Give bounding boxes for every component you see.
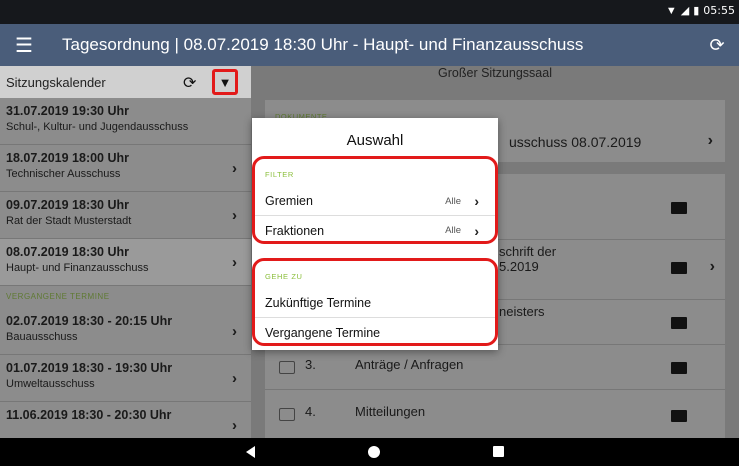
agenda-item[interactable]: 3. Anträge / Anfragen xyxy=(265,345,725,390)
filter-icon[interactable]: ▼ xyxy=(212,69,238,95)
meeting-location: Großer Sitzungssaal xyxy=(438,66,552,80)
signal-icon: ◢ xyxy=(680,5,690,17)
meeting-entry[interactable]: 11.06.2019 18:30 - 20:30 Uhr › xyxy=(0,402,251,438)
chevron-right-icon: › xyxy=(709,258,715,275)
agenda-item-number: 4. xyxy=(305,404,316,419)
folder-icon xyxy=(671,262,687,274)
agenda-item-number: 3. xyxy=(305,357,316,372)
meeting-committee: Haupt- und Finanzausschuss xyxy=(6,262,149,274)
agenda-item-subtitle: 5.2019 xyxy=(499,259,539,274)
agenda-item[interactable]: 4. Mitteilungen xyxy=(265,390,725,438)
goto-section: GEHE ZU Zukünftige Termine Vergangene Te… xyxy=(252,258,498,346)
folder-icon xyxy=(671,362,687,374)
meeting-entry-selected[interactable]: 08.07.2019 18:30 Uhr Haupt- und Finanzau… xyxy=(0,239,251,286)
goto-option-label: Vergangene Termine xyxy=(265,325,381,340)
agenda-item-title: Anträge / Anfragen xyxy=(355,357,464,372)
meeting-calendar-pane: Sitzungskalender ⟳ ▼ 31.07.2019 19:30 Uh… xyxy=(0,66,251,438)
chevron-right-icon: › xyxy=(474,222,479,239)
chevron-right-icon: › xyxy=(474,193,479,209)
filter-option-value: Alle xyxy=(445,195,461,207)
chevron-right-icon: › xyxy=(232,417,237,434)
meeting-entry[interactable]: 01.07.2019 18:30 - 19:30 Uhr Umweltaussc… xyxy=(0,355,251,402)
agenda-item-title: schrift der xyxy=(499,244,557,259)
folder-icon xyxy=(671,410,687,422)
back-icon[interactable] xyxy=(246,446,255,458)
document-title: usschuss 08.07.2019 xyxy=(509,134,642,150)
chevron-right-icon: › xyxy=(232,254,237,271)
chevron-right-icon: › xyxy=(707,132,713,149)
meeting-date: 02.07.2019 18:30 - 20:15 Uhr xyxy=(6,314,173,328)
chevron-right-icon: › xyxy=(232,207,237,224)
meeting-entry[interactable]: 18.07.2019 18:00 Uhr Technischer Ausschu… xyxy=(0,145,251,192)
goto-future-meetings[interactable]: Zukünftige Termine xyxy=(255,289,495,318)
comment-icon xyxy=(279,408,295,421)
filter-section: FILTER Gremien Alle › Fraktionen Alle › xyxy=(252,156,498,244)
selection-dialog: Auswahl FILTER Gremien Alle › Fraktionen… xyxy=(252,118,498,350)
agenda-item-title: neisters xyxy=(499,304,545,319)
status-time: 05:55 xyxy=(703,4,735,17)
calendar-header: Sitzungskalender ⟳ ▼ xyxy=(0,66,251,98)
meeting-date: 09.07.2019 18:30 Uhr xyxy=(6,198,130,212)
refresh-icon[interactable]: ⟳ xyxy=(695,35,739,56)
meeting-date: 08.07.2019 18:30 Uhr xyxy=(6,245,130,259)
filter-option-label: Gremien xyxy=(265,194,313,208)
calendar-title: Sitzungskalender xyxy=(6,74,106,90)
meeting-entry[interactable]: 09.07.2019 18:30 Uhr Rat der Stadt Muste… xyxy=(0,192,251,239)
meeting-committee: Bauausschuss xyxy=(6,331,78,343)
filter-fraktionen[interactable]: Fraktionen Alle › xyxy=(255,216,495,245)
sync-icon[interactable]: ⟳ xyxy=(183,73,196,93)
meeting-committee: Umweltausschuss xyxy=(6,378,95,390)
page-title: Tagesordnung | 08.07.2019 18:30 Uhr - Ha… xyxy=(62,35,584,54)
folder-icon xyxy=(671,317,687,329)
meeting-date: 01.07.2019 18:30 - 19:30 Uhr xyxy=(6,361,173,375)
filter-label: FILTER xyxy=(265,170,294,179)
goto-past-meetings[interactable]: Vergangene Termine xyxy=(255,318,495,347)
filter-gremien[interactable]: Gremien Alle › xyxy=(255,187,495,216)
agenda-item-title: Mitteilungen xyxy=(355,404,426,419)
folder-icon xyxy=(671,202,687,214)
battery-icon: ▮ xyxy=(693,5,700,17)
comment-icon xyxy=(279,361,295,374)
meeting-date: 31.07.2019 19:30 Uhr xyxy=(6,104,130,118)
meeting-entry[interactable]: 02.07.2019 18:30 - 20:15 Uhr Bauausschus… xyxy=(0,308,251,355)
meeting-committee: Schul-, Kultur- und Jugendausschuss xyxy=(6,121,189,133)
goto-label: GEHE ZU xyxy=(265,272,303,281)
meeting-entry[interactable]: 31.07.2019 19:30 Uhr Schul-, Kultur- und… xyxy=(0,98,251,145)
past-meetings-label: VERGANGENE TERMINE xyxy=(6,292,110,301)
filter-option-label: Fraktionen xyxy=(265,223,325,238)
home-icon[interactable] xyxy=(368,446,380,458)
meeting-committee: Rat der Stadt Musterstadt xyxy=(6,215,132,227)
menu-icon[interactable]: ☰ xyxy=(0,33,48,58)
status-bar: ▼ ◢ ▮ 05:55 xyxy=(0,0,739,24)
meeting-date: 18.07.2019 18:00 Uhr xyxy=(6,151,130,165)
chevron-right-icon: › xyxy=(232,323,237,340)
chevron-right-icon: › xyxy=(232,160,237,177)
meeting-committee: Technischer Ausschuss xyxy=(6,168,121,180)
recent-apps-icon[interactable] xyxy=(493,446,504,457)
chevron-right-icon: › xyxy=(232,370,237,387)
wifi-icon: ▼ xyxy=(665,4,677,17)
app-bar: ☰ Tagesordnung | 08.07.2019 18:30 Uhr - … xyxy=(0,24,739,66)
meeting-date: 11.06.2019 18:30 - 20:30 Uhr xyxy=(6,408,172,422)
system-nav-bar xyxy=(0,438,739,466)
filter-option-value: Alle xyxy=(445,225,461,236)
goto-option-label: Zukünftige Termine xyxy=(265,296,372,310)
